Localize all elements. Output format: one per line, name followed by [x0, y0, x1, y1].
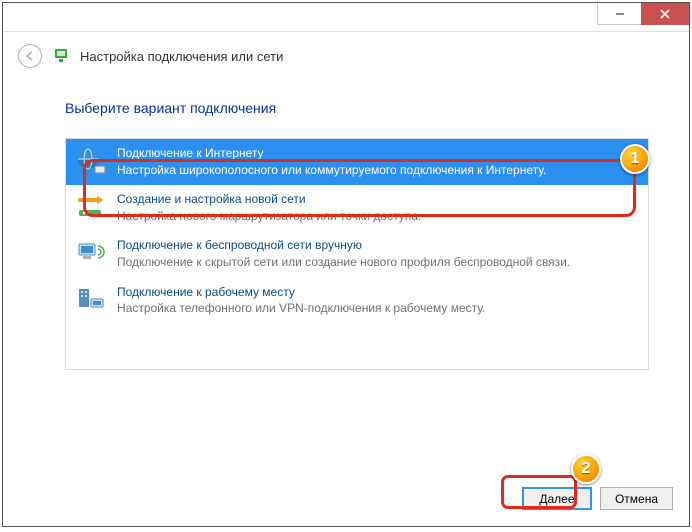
titlebar: [3, 3, 689, 32]
option-title: Подключение к беспроводной сети вручную: [117, 238, 570, 254]
option-workplace[interactable]: Подключение к рабочему месту Настройка т…: [66, 278, 648, 324]
next-button[interactable]: Далее: [522, 487, 592, 510]
connection-options-list: Подключение к Интернету Настройка широко…: [65, 138, 649, 370]
close-button[interactable]: [641, 3, 689, 25]
option-title: Подключение к Интернету: [117, 146, 546, 162]
minimize-button[interactable]: [597, 3, 642, 25]
dialog-buttons: Далее Отмена: [522, 487, 673, 510]
option-desc: Настройка нового маршрутизатора или точк…: [117, 209, 421, 225]
option-create-network[interactable]: Создание и настройка новой сети Настройк…: [66, 185, 648, 231]
option-desc: Подключение к скрытой сети или создание …: [117, 255, 570, 271]
option-title: Подключение к рабочему месту: [117, 285, 485, 301]
annotation-badge-2: 2: [571, 454, 601, 484]
content-area: Выберите вариант подключения Подключение…: [3, 72, 689, 380]
building-network-icon: [75, 285, 107, 317]
section-heading: Выберите вариант подключения: [65, 100, 649, 116]
network-wizard-icon: [52, 47, 70, 65]
option-connect-internet[interactable]: Подключение к Интернету Настройка широко…: [66, 139, 648, 185]
back-button[interactable]: [18, 44, 42, 68]
option-desc: Настройка широкополосного или коммутируе…: [117, 163, 546, 179]
option-title: Создание и настройка новой сети: [117, 192, 421, 208]
header: Настройка подключения или сети: [3, 32, 689, 72]
globe-network-icon: [75, 146, 107, 178]
annotation-badge-1: 1: [620, 144, 650, 174]
router-setup-icon: [75, 192, 107, 224]
cancel-button[interactable]: Отмена: [600, 487, 673, 510]
option-wireless-manual[interactable]: Подключение к беспроводной сети вручную …: [66, 231, 648, 277]
window-frame: Настройка подключения или сети Выберите …: [2, 2, 690, 527]
window-title: Настройка подключения или сети: [80, 49, 283, 64]
wireless-computer-icon: [75, 238, 107, 270]
option-desc: Настройка телефонного или VPN-подключени…: [117, 301, 485, 317]
